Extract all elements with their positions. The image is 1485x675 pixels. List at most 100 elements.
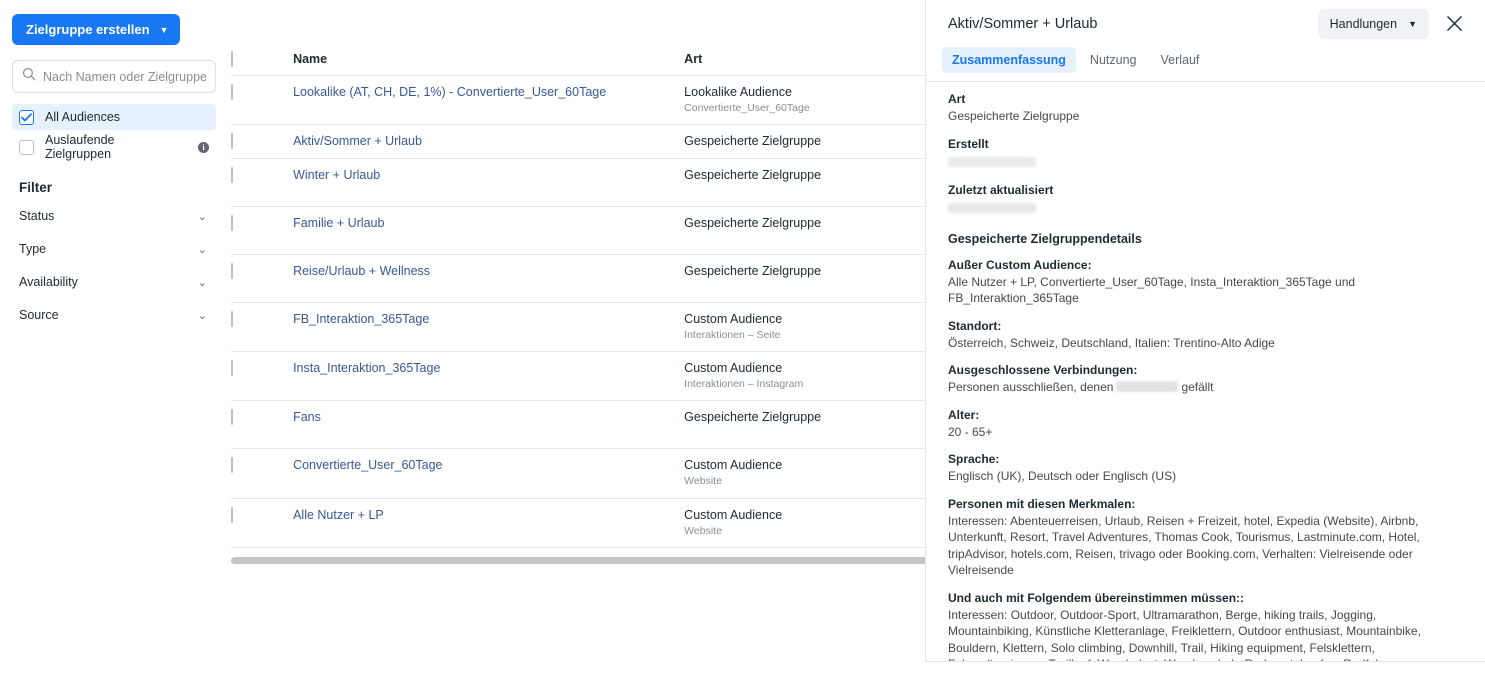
row-checkbox[interactable] xyxy=(231,133,233,149)
actions-label: Handlungen xyxy=(1329,16,1398,31)
chevron-down-icon: ⌄ xyxy=(197,243,207,256)
tab-zusammenfassung[interactable]: Zusammenfassung xyxy=(942,47,1076,73)
create-audience-label: Zielgruppe erstellen xyxy=(26,22,150,37)
excluded-connections-prefix: Personen ausschließen, denen xyxy=(948,380,1114,394)
tab-nutzung[interactable]: Nutzung xyxy=(1080,47,1147,73)
checkbox-unchecked-icon[interactable] xyxy=(19,139,34,155)
audience-scope-list: All Audiences Auslaufende Zielgruppen i xyxy=(12,104,216,161)
detail-traits-label: Personen mit diesen Merkmalen: xyxy=(948,496,1136,511)
row-select-cell xyxy=(231,254,294,303)
filter-label: Source xyxy=(19,308,59,322)
cell-name: Familie + Urlaub xyxy=(293,206,685,255)
select-all-cell xyxy=(231,51,294,76)
audience-name-link[interactable]: Insta_Interaktion_365Tage xyxy=(293,361,440,376)
row-checkbox[interactable] xyxy=(231,409,233,425)
detail-age-label: Alter: xyxy=(948,407,980,422)
cell-name: FB_Interaktion_365Tage xyxy=(293,302,685,352)
cell-name: Lookalike (AT, CH, DE, 1%) - Convertiert… xyxy=(293,75,685,125)
excluded-connections-suffix: gefällt xyxy=(1181,380,1214,394)
cell-name: Convertierte_User_60Tage xyxy=(293,448,685,499)
detail-art-label: Art xyxy=(948,92,966,106)
cell-name: Aktiv/Sommer + Urlaub xyxy=(293,124,685,159)
detail-age-value: 20 - 65+ xyxy=(948,424,993,439)
detail-body: Art Gespeicherte Zielgruppe Erstellt Zul… xyxy=(926,82,1485,661)
scope-item-all-audiences[interactable]: All Audiences xyxy=(12,104,216,130)
row-checkbox[interactable] xyxy=(231,507,233,523)
search-box[interactable] xyxy=(12,60,216,93)
chevron-down-icon: ⌄ xyxy=(197,309,207,322)
redacted-date xyxy=(948,156,1036,167)
cell-name: Insta_Interaktion_365Tage xyxy=(293,351,685,401)
filter-group-status[interactable]: Status ⌄ xyxy=(12,204,216,228)
chevron-down-icon: ▼ xyxy=(159,25,169,35)
row-select-cell xyxy=(231,206,294,255)
info-icon[interactable]: i xyxy=(198,141,209,153)
row-select-cell xyxy=(231,351,294,401)
checkbox-checked-icon[interactable] xyxy=(19,109,34,125)
audience-name-link[interactable]: Familie + Urlaub xyxy=(293,216,384,231)
sidebar: Zielgruppe erstellen ▼ All Audiences xyxy=(0,0,228,675)
scope-item-expiring-audiences[interactable]: Auslaufende Zielgruppen i xyxy=(12,133,216,161)
detail-location-value: Österreich, Schweiz, Deutschland, Italie… xyxy=(948,335,1275,350)
detail-header: Aktiv/Sommer + Urlaub Handlungen ▼ xyxy=(926,0,1485,47)
audience-name-link[interactable]: Fans xyxy=(293,410,321,425)
filter-group-type[interactable]: Type ⌄ xyxy=(12,237,216,261)
row-checkbox[interactable] xyxy=(231,457,233,473)
cell-name: Alle Nutzer + LP xyxy=(293,498,685,548)
detail-language-value: Englisch (UK), Deutsch oder Englisch (US… xyxy=(948,469,1177,483)
detail-created-value xyxy=(948,153,1463,172)
detail-traits-value: Interessen: Abenteuerreisen, Urlaub, Rei… xyxy=(948,513,1420,578)
row-select-cell xyxy=(231,498,294,548)
detail-title: Aktiv/Sommer + Urlaub xyxy=(948,15,1098,32)
chevron-down-icon: ⌄ xyxy=(197,276,207,289)
row-select-cell xyxy=(231,124,294,159)
row-checkbox[interactable] xyxy=(231,215,233,231)
detail-updated-value xyxy=(948,199,1463,218)
detail-except-custom-audience-label: Außer Custom Audience: xyxy=(948,257,1092,272)
detail-tabs: Zusammenfassung Nutzung Verlauf xyxy=(926,47,1485,82)
create-audience-button[interactable]: Zielgruppe erstellen ▼ xyxy=(12,14,181,45)
row-checkbox[interactable] xyxy=(231,360,233,376)
filter-label: Availability xyxy=(19,275,78,289)
row-checkbox[interactable] xyxy=(231,167,233,183)
row-select-cell xyxy=(231,448,294,499)
audience-name-link[interactable]: Convertierte_User_60Tage xyxy=(293,458,442,473)
row-checkbox[interactable] xyxy=(231,263,233,279)
row-select-cell xyxy=(231,400,294,449)
audiences-manager-page: Zielgruppe erstellen ▼ All Audiences xyxy=(0,0,1485,675)
redacted-date xyxy=(948,203,1036,213)
audience-name-link[interactable]: Reise/Urlaub + Wellness xyxy=(293,264,430,279)
select-all-checkbox[interactable] xyxy=(231,51,233,67)
filter-group-availability[interactable]: Availability ⌄ xyxy=(12,270,216,294)
row-select-cell xyxy=(231,302,294,352)
filter-group-source[interactable]: Source ⌄ xyxy=(12,303,216,327)
detail-must-also-label: Und auch mit Folgendem übereinstimmen mü… xyxy=(948,590,1245,605)
filter-label: Status xyxy=(19,209,55,223)
search-input[interactable] xyxy=(43,69,206,84)
row-select-cell xyxy=(231,75,294,125)
audience-name-link[interactable]: Alle Nutzer + LP xyxy=(293,508,384,523)
filter-label: Type xyxy=(19,242,47,256)
audience-detail-panel: Aktiv/Sommer + Urlaub Handlungen ▼ Zusam… xyxy=(925,0,1485,662)
audience-name-link[interactable]: Lookalike (AT, CH, DE, 1%) - Convertiert… xyxy=(293,85,606,100)
detail-location-label: Standort: xyxy=(948,318,1002,333)
actions-button[interactable]: Handlungen ▼ xyxy=(1317,8,1429,39)
chevron-down-icon: ▼ xyxy=(1408,18,1417,29)
detail-excluded-connections-label: Ausgeschlossene Verbindungen: xyxy=(948,363,1138,377)
filter-heading: Filter xyxy=(19,180,53,195)
tab-verlauf[interactable]: Verlauf xyxy=(1150,47,1209,73)
row-checkbox[interactable] xyxy=(231,311,233,327)
detail-details-heading: Gespeicherte Zielgruppendetails xyxy=(948,231,1142,246)
close-icon[interactable] xyxy=(1439,9,1469,39)
header-name[interactable]: Name xyxy=(293,52,685,76)
scope-label: Auslaufende Zielgruppen xyxy=(45,133,115,161)
cell-name: Winter + Urlaub xyxy=(293,158,685,207)
audience-name-link[interactable]: FB_Interaktion_365Tage xyxy=(293,312,429,327)
chevron-down-icon: ⌄ xyxy=(197,210,207,223)
audience-name-link[interactable]: Aktiv/Sommer + Urlaub xyxy=(293,134,422,149)
detail-updated-label: Zuletzt aktualisiert xyxy=(948,183,1054,197)
audience-name-link[interactable]: Winter + Urlaub xyxy=(293,168,380,183)
detail-art-value: Gespeicherte Zielgruppe xyxy=(948,109,1080,123)
cell-name: Reise/Urlaub + Wellness xyxy=(293,254,685,303)
row-checkbox[interactable] xyxy=(231,84,233,100)
